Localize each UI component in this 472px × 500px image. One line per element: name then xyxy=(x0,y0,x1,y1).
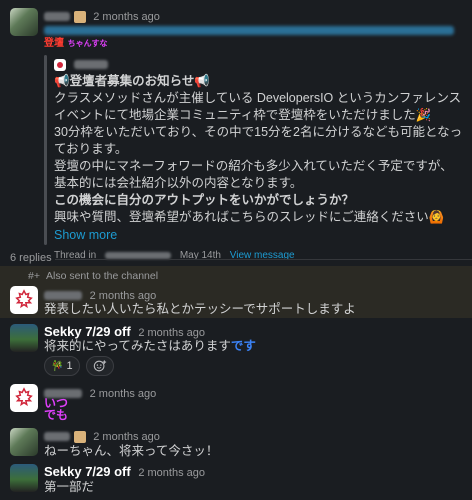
reaction-chip[interactable]: 🎋 1 xyxy=(44,356,80,376)
announcement-title: 📢登壇者募集のお知らせ📢 xyxy=(54,74,210,88)
username[interactable]: Sekky 7/29 off xyxy=(44,324,131,339)
username[interactable]: Sekky 7/29 off xyxy=(44,464,131,479)
also-sent-banner: #+ Also sent to the channel xyxy=(28,270,159,282)
announcement-line: 30分枠をいただいており、その中で15分を2名に分けるなども可能となっております… xyxy=(54,125,463,156)
replies-count: 6 replies xyxy=(10,252,52,264)
shared-author xyxy=(54,56,464,72)
announcement-bold-line: この機会に自分のアウトプットをいかがでしょうか？ xyxy=(54,193,355,207)
username-redacted[interactable] xyxy=(44,432,70,442)
maple-leaf-icon xyxy=(15,289,33,309)
avatar[interactable] xyxy=(10,8,38,36)
announcement-line: クラスメソッドさんが主催している DevelopersIO というカンファレンス… xyxy=(54,91,462,122)
status-emoji-icon xyxy=(73,430,86,443)
custom-stamp: いつ でも xyxy=(44,396,69,422)
message-text: 将来的にやってみたさはありますです xyxy=(44,339,256,353)
username-redacted[interactable] xyxy=(44,291,82,301)
timestamp[interactable]: 2 months ago xyxy=(138,467,205,479)
message-text: ねーちゃん、将来って今さッ！ xyxy=(44,444,219,458)
message-header: 2 months ago xyxy=(44,8,160,23)
channel-name-redacted[interactable] xyxy=(105,251,172,259)
replies-divider xyxy=(55,259,472,260)
redacted-link[interactable] xyxy=(44,26,454,35)
username-redacted[interactable] xyxy=(44,12,70,22)
status-emoji-icon xyxy=(73,10,86,23)
message-text: 第一部だ xyxy=(44,480,95,494)
reactions-row: 🎋 1 xyxy=(44,356,114,376)
maple-leaf-icon xyxy=(15,387,33,407)
timestamp[interactable]: 2 months ago xyxy=(90,388,157,400)
message-text: 発表したい人いたら私とかテッシーでサポートしますよ xyxy=(44,302,356,316)
reaction-count: 1 xyxy=(66,360,73,372)
timestamp[interactable]: 2 months ago xyxy=(93,431,160,443)
shared-message[interactable]: 📢登壇者募集のお知らせ📢 クラスメソッドさんが主催している Developers… xyxy=(54,56,464,261)
custom-stamp: です xyxy=(230,339,256,353)
shared-message-bar xyxy=(44,55,47,245)
avatar[interactable] xyxy=(10,286,38,314)
add-emoji-icon xyxy=(93,360,106,372)
custom-stamp: 登壇 ちゃんすな xyxy=(44,38,108,49)
avatar[interactable] xyxy=(10,324,38,352)
shared-author-avatar xyxy=(54,58,66,71)
message-header: Sekky 7/29 off 2 months ago xyxy=(44,324,205,339)
channel-hash-icon: #+ xyxy=(28,270,40,282)
shared-author-name[interactable] xyxy=(73,60,108,70)
show-more-link[interactable]: Show more xyxy=(54,227,464,244)
announcement-line: 登壇の中にマネーフォワードの紹介も多少入れていただく予定ですが、基本的には会社紹… xyxy=(54,159,453,190)
avatar[interactable] xyxy=(10,384,38,412)
avatar[interactable] xyxy=(10,464,38,492)
message-header: Sekky 7/29 off 2 months ago xyxy=(44,464,205,479)
avatar[interactable] xyxy=(10,428,38,456)
announcement-line: 興味や質問、登壇希望があればこちらのスレッドにご連絡ください🙆 xyxy=(54,210,445,224)
timestamp[interactable]: 2 months ago xyxy=(93,11,160,23)
message-header: 2 months ago xyxy=(44,428,160,443)
bamboo-emoji-icon: 🎋 xyxy=(51,360,64,372)
message-header: 2 months ago xyxy=(44,287,156,302)
add-reaction-button[interactable] xyxy=(85,356,114,376)
